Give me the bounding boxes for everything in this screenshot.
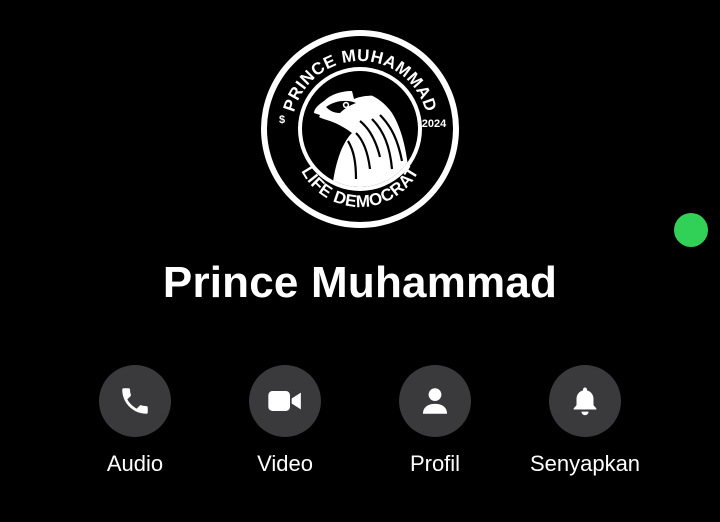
contact-name: Prince Muhammad bbox=[162, 258, 558, 307]
mute-button[interactable]: Senyapkan bbox=[510, 365, 660, 477]
person-icon bbox=[422, 388, 448, 414]
video-call-icon-circle[interactable] bbox=[249, 365, 321, 437]
video-call-button[interactable]: Video bbox=[210, 365, 360, 477]
mute-label: Senyapkan bbox=[529, 451, 641, 476]
bell-icon bbox=[573, 387, 597, 416]
online-dot bbox=[674, 213, 708, 247]
audio-call-button[interactable]: Audio bbox=[60, 365, 210, 477]
contact-actions-bar: Audio Video Profil Senyapkan bbox=[0, 365, 720, 485]
avatar-logo-year: 2024 bbox=[422, 118, 447, 130]
avatar-logo-image: PRINCE MUHAMMAD LIFE DEMOCRAT 2024 $ bbox=[261, 30, 459, 228]
video-camera-icon bbox=[268, 391, 301, 411]
profile-icon-circle[interactable] bbox=[399, 365, 471, 437]
mute-icon-circle[interactable] bbox=[549, 365, 621, 437]
profile-button[interactable]: Profil bbox=[360, 365, 510, 477]
audio-call-icon-circle[interactable] bbox=[99, 365, 171, 437]
avatar-logo-symbol: $ bbox=[279, 114, 285, 126]
profile-label: Profil bbox=[409, 451, 461, 476]
contact-avatar[interactable]: PRINCE MUHAMMAD LIFE DEMOCRAT 2024 $ bbox=[260, 29, 712, 251]
audio-call-label: Audio bbox=[106, 451, 164, 476]
video-call-label: Video bbox=[257, 451, 313, 476]
phone-icon bbox=[122, 388, 148, 414]
online-status-indicator bbox=[670, 209, 712, 251]
